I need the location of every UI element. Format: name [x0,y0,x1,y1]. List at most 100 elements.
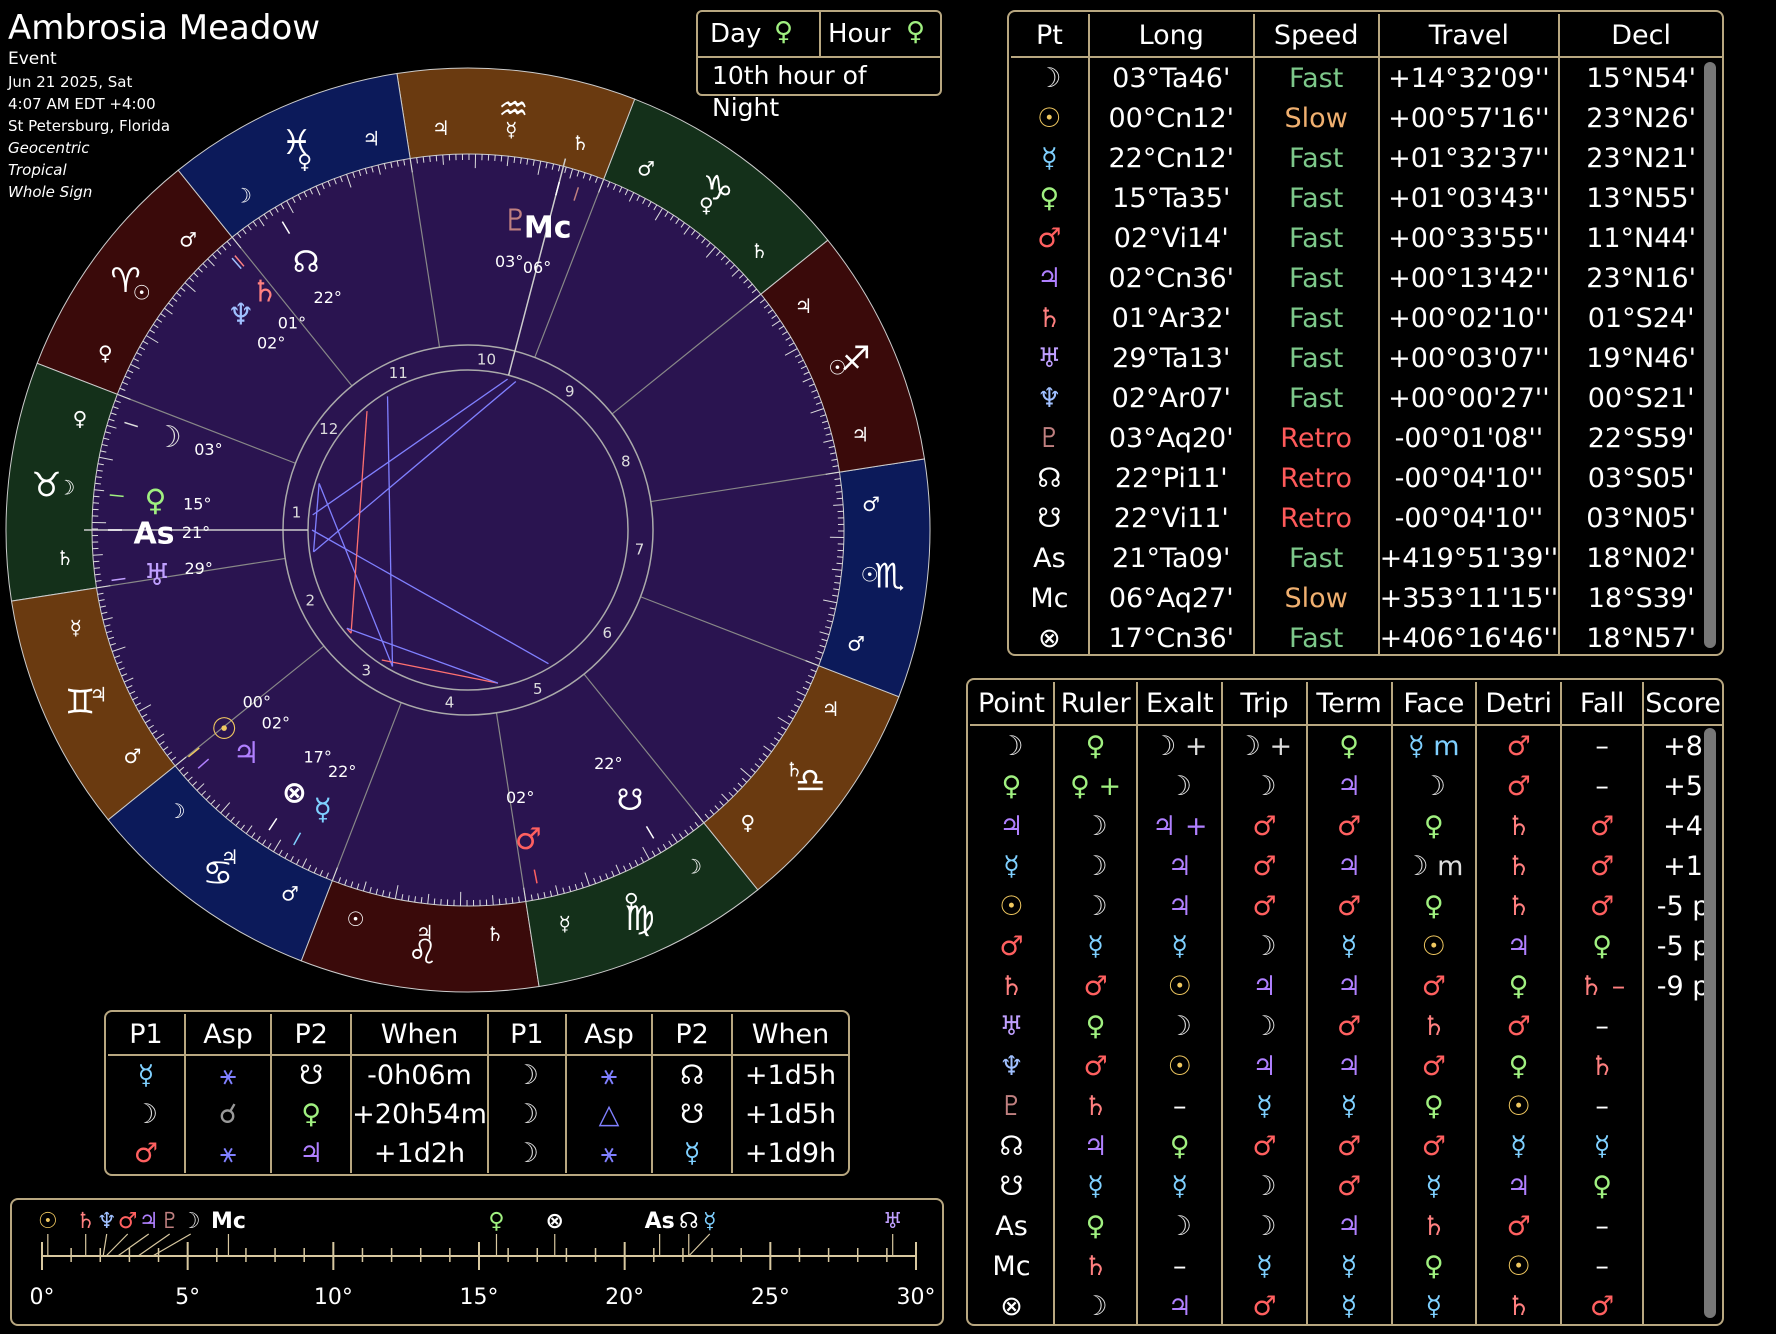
dignities-header-term[interactable]: Term [1305,682,1392,726]
aspects-header-p2[interactable]: P2 [270,1014,352,1056]
positions-long: 00°Cn12' [1087,98,1254,138]
mercury-icon: ☿ [137,1060,155,1091]
positions-speed: Fast [1252,178,1379,218]
zone-tick-label: 0° [30,1285,55,1310]
jupiter-icon: ♃ [1037,262,1062,294]
house-number: 12 [319,420,338,438]
mercury-icon: ☿ [1305,1286,1392,1324]
aspect-when: +1d5h [731,1095,848,1134]
aspects-header-asp[interactable]: Asp [564,1014,653,1056]
planet-degree: 22° [328,762,356,781]
mars-icon: ♂ [862,492,880,516]
positions-speed: Fast [1252,218,1379,258]
positions-speed: Retro [1252,418,1379,458]
mercury-icon: ☿ m [1390,725,1477,766]
aspects-header-p1[interactable]: P1 [486,1014,566,1056]
positions-decl: 23°N16' [1558,258,1722,298]
aspects-header-when[interactable]: When [350,1014,488,1056]
saturn-icon: ♄ [1390,1206,1477,1246]
mercury-icon: ☿ [1052,1166,1138,1206]
mars-icon: ♂ [1221,1286,1307,1324]
degree-tick [835,484,842,487]
degree-tick [433,898,436,905]
zone-connector [137,1233,171,1257]
aspects-header-asp[interactable]: Asp [183,1014,272,1056]
positions-decl: 03°N05' [1558,498,1722,538]
jupiter-icon: ♃ [1136,1286,1223,1324]
venus-icon: ♀ [1475,1046,1562,1086]
aspects-header-when[interactable]: When [731,1014,848,1056]
positions-travel: -00°01'08'' [1377,418,1560,458]
positions-row: ♅ 29°Ta13' Fast +00°03'07'' 19°N46' [1011,338,1722,378]
midheaven-icon: Mc [524,210,572,245]
sun-icon: ☉ [999,890,1024,922]
mercury-icon: ☿ [1221,1246,1307,1286]
jupiter-icon: ♃ [1052,1126,1138,1166]
mars-icon: ♂ [1305,1166,1392,1206]
positions-long: 17°Cn36' [1087,618,1254,654]
mercury-icon: ☿ [1003,850,1020,882]
dignities-row: ♀ ♀ + ☽ ☽ ♃ ☽ ♂ – +5 [970,766,1722,806]
dignities-header-trip[interactable]: Trip [1221,682,1307,726]
positions-header-decl[interactable]: Decl [1558,14,1722,58]
dignities-header-score[interactable]: Score [1642,682,1722,726]
house-number: 1 [292,504,302,522]
positions-speed: Fast [1252,57,1379,98]
house-number: 8 [621,452,631,470]
positions-speed: Fast [1252,538,1379,578]
north-node-icon: ☊ [651,1055,733,1095]
positions-header-pt[interactable]: Pt [1011,14,1089,58]
mercury-icon: ☿ [559,911,571,935]
aspects-header-p1[interactable]: P1 [108,1014,185,1056]
dignities-row: ♄ ♂ ☉ ♃ ♃ ♂ ♀ ♄ – -9 p [970,966,1722,1006]
sun-icon: ☉ [861,562,879,586]
zone-tick-label: 20° [605,1285,644,1310]
positions-header-travel[interactable]: Travel [1377,14,1560,58]
dignities-header-face[interactable]: Face [1390,682,1477,726]
mercury-icon: ☿ [1305,1246,1392,1286]
jupiter-icon: ♃ [1305,1046,1392,1086]
degree-tick [505,898,507,905]
mars-icon: ♂ [1221,846,1307,886]
positions-header-long[interactable]: Long [1087,14,1254,58]
aspects-row: ☽ ☌ ♀ +20h54m ☽ △ ☋ +1d5h [108,1095,848,1134]
dignities-scrollbar[interactable] [1704,728,1716,1318]
degree-tick [93,560,100,563]
sun-icon: ☉ [133,281,151,305]
mercury-icon: ☿ [1221,1086,1307,1126]
dignities-header-exalt[interactable]: Exalt [1136,682,1223,726]
planet-degree: 02° [257,333,285,352]
positions-scrollbar[interactable] [1704,62,1716,648]
jupiter-icon: ♃ [432,116,450,140]
mars-icon: ♂ [1390,966,1477,1006]
moon-icon: ☽ [1221,766,1307,806]
jupiter-icon: ♃ [416,921,434,945]
planet-degree: 03° [194,440,222,459]
positions-row: ☿ 22°Cn12' Fast +01°32'37'' 23°N21' [1011,138,1722,178]
positions-header-speed[interactable]: Speed [1252,14,1379,58]
uranus-icon: ♅ [144,558,171,593]
mars-icon: ♂ [1305,1006,1392,1046]
zone-tick-label: 15° [460,1285,499,1310]
moon-icon: ☽ [57,476,75,500]
saturn-icon: ♄ [571,131,589,155]
saturn-icon: ♄ [251,275,278,310]
mars-icon: ♂ [124,744,142,768]
mars-icon: ♂ [118,1209,138,1234]
dignities-header-detri[interactable]: Detri [1475,682,1562,726]
hour-label: Hour [828,19,891,49]
saturn-icon: ♄ [1475,886,1562,926]
mars-icon: ♂ [1052,966,1138,1006]
venus-icon: ♀ [1039,182,1060,214]
dignities-header-fall[interactable]: Fall [1560,682,1644,726]
saturn-icon: ♄ [486,922,504,946]
dignities-header-point[interactable]: Point [970,682,1054,726]
saturn-icon: ♄ – [1560,966,1644,1006]
planet-degree: 15° [183,495,211,514]
dignities-header-ruler[interactable]: Ruler [1052,682,1138,726]
zone-connector [688,1233,711,1257]
saturn-icon: ♄ [1475,806,1562,846]
aspects-header-p2[interactable]: P2 [651,1014,733,1056]
house-number: 9 [565,383,575,401]
degree-tick [833,504,844,506]
